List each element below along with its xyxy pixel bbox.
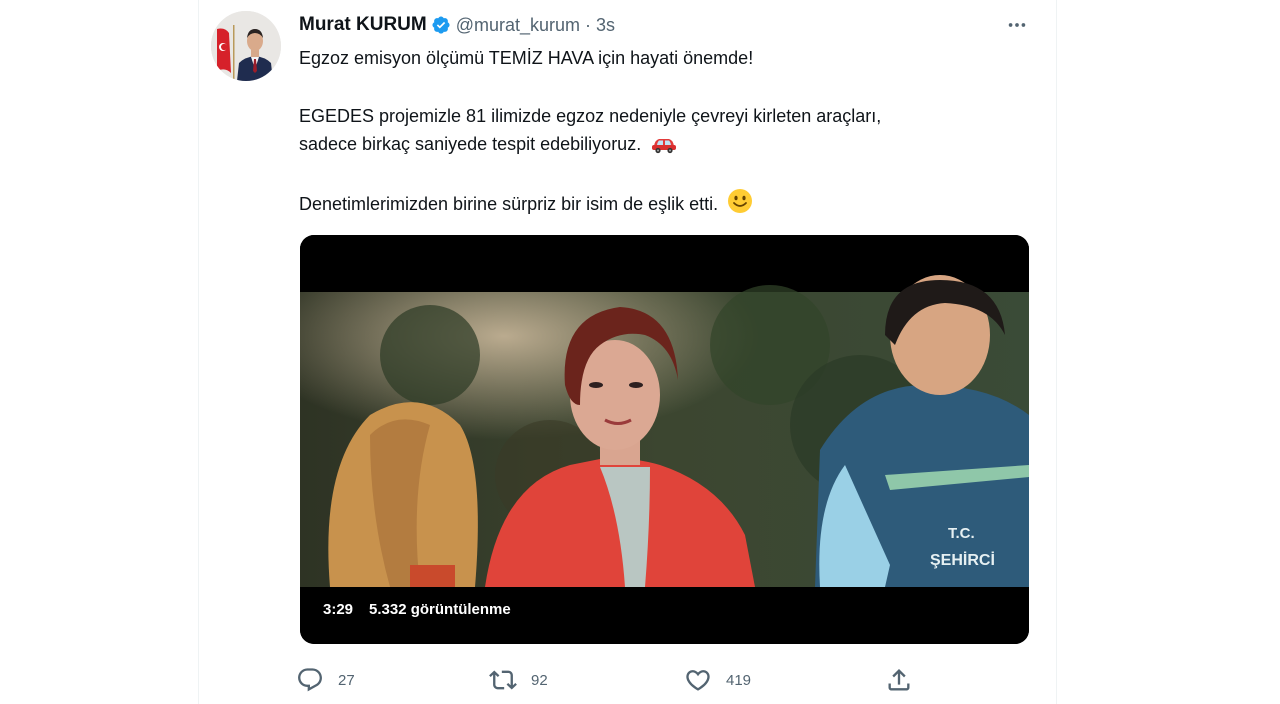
car-emoji-icon bbox=[650, 134, 678, 162]
avatar[interactable] bbox=[211, 11, 281, 81]
tweet-text-line-3-content: sadece birkaç saniyede tespit edebiliyor… bbox=[299, 134, 642, 154]
retweet-button[interactable]: 92 bbox=[489, 664, 548, 696]
heart-icon bbox=[686, 670, 710, 691]
video-player[interactable]: T.C. ŞEHİRCİ 3:29 5.332 görüntülenme bbox=[300, 235, 1029, 644]
like-button[interactable]: 419 bbox=[684, 664, 751, 696]
share-icon bbox=[888, 669, 910, 691]
tweet-text-line-2: EGEDES projemizle 81 ilimizde egzoz nede… bbox=[299, 106, 882, 126]
verified-badge-icon bbox=[431, 15, 451, 35]
reply-icon bbox=[298, 668, 322, 692]
tweet-text-line-1: Egzoz emisyon ölçümü TEMİZ HAVA için hay… bbox=[299, 48, 754, 68]
tweet-text-line-3: sadece birkaç saniyede tespit edebiliyor… bbox=[299, 130, 1019, 162]
more-horizontal-icon bbox=[1008, 23, 1026, 27]
avatar-image bbox=[211, 11, 281, 81]
tweet-text-line-4-content: Denetimlerimizden birine sürpriz bir isi… bbox=[299, 194, 719, 214]
smiling-face-emoji-icon bbox=[727, 188, 753, 222]
author-handle[interactable]: @murat_kurum bbox=[456, 15, 580, 36]
reply-count: 27 bbox=[338, 671, 355, 689]
tweet-actions: 27 92 419 bbox=[296, 664, 916, 696]
video-meta: 3:29 5.332 görüntülenme bbox=[323, 601, 511, 618]
like-count: 419 bbox=[726, 671, 752, 689]
tweet-timestamp[interactable]: 3s bbox=[596, 15, 615, 36]
svg-text:ŞEHİRCİ: ŞEHİRCİ bbox=[930, 551, 995, 569]
share-button[interactable] bbox=[885, 664, 913, 696]
video-duration: 3:29 bbox=[323, 601, 354, 618]
tweet-text-line-4: Denetimlerimizden birine sürpriz bir isi… bbox=[299, 188, 1019, 222]
video-view-count: 5.332 görüntülenme bbox=[369, 601, 511, 618]
retweet-count: 92 bbox=[531, 671, 548, 689]
separator-dot: · bbox=[585, 14, 592, 35]
video-frame: T.C. ŞEHİRCİ bbox=[300, 235, 1029, 644]
more-options-button[interactable] bbox=[1003, 13, 1031, 37]
svg-text:T.C.: T.C. bbox=[948, 525, 975, 542]
author-display-name[interactable]: Murat KURUM bbox=[299, 14, 427, 36]
retweet-icon bbox=[489, 670, 517, 690]
reply-button[interactable]: 27 bbox=[296, 664, 355, 696]
tweet-header: Murat KURUM @murat_kurum · 3s bbox=[299, 13, 615, 37]
